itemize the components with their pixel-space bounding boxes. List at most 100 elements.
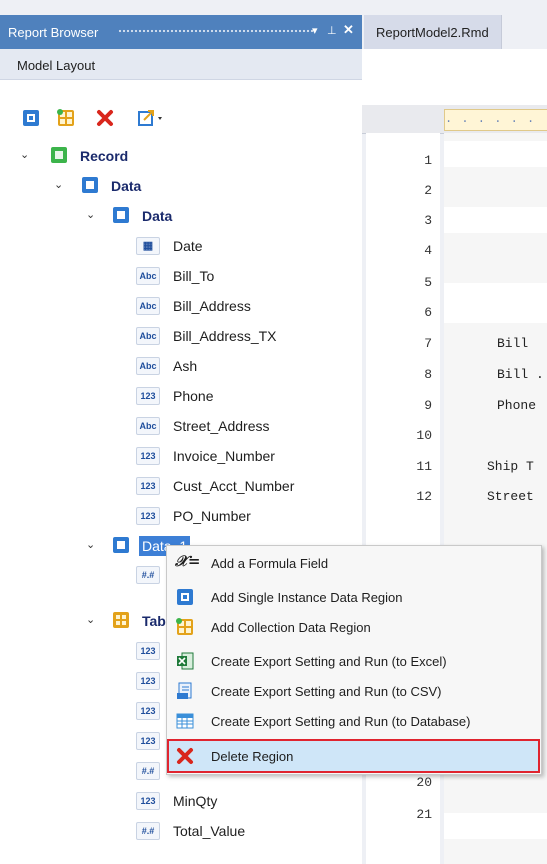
- code-band: [444, 813, 547, 839]
- dropdown-icon[interactable]: ▾: [312, 24, 318, 37]
- add-collection-region-icon[interactable]: [57, 109, 75, 127]
- chevron-down-icon[interactable]: ⌄: [20, 148, 32, 162]
- menu-item-export-database[interactable]: Create Export Setting and Run (to Databa…: [167, 706, 541, 736]
- code-text: Phone: [497, 398, 537, 413]
- line-number: 21: [416, 807, 432, 822]
- ruler-marker: . . . . . . . . .: [444, 109, 547, 144]
- menu-label: Add Collection Data Region: [211, 620, 371, 635]
- line-number: 6: [424, 305, 432, 320]
- menu-item-export-csv[interactable]: Create Export Setting and Run (to CSV): [167, 676, 541, 706]
- tree-node-table[interactable]: ⌄ Tab: [0, 610, 166, 632]
- chevron-down-icon[interactable]: ⌄: [86, 613, 98, 627]
- field-label: Total_Value: [173, 823, 246, 839]
- code-text: Bill .: [497, 367, 544, 382]
- text-type-icon: Abc: [136, 417, 160, 435]
- chevron-down-icon[interactable]: ⌄: [86, 208, 98, 222]
- close-icon[interactable]: ✕: [343, 22, 354, 38]
- title-grip[interactable]: [118, 29, 314, 34]
- field-label: Street_Address: [173, 418, 270, 434]
- number-type-icon: 123: [136, 672, 160, 690]
- tree-node-field[interactable]: ▦ Date: [0, 235, 360, 257]
- code-band: [444, 283, 547, 323]
- menu-label: Add Single Instance Data Region: [211, 590, 403, 605]
- menu-label: Add a Formula Field: [211, 556, 329, 571]
- line-number: 10: [416, 428, 432, 443]
- line-number: 11: [416, 459, 432, 474]
- tree-node-field[interactable]: Abc Street_Address: [0, 415, 360, 437]
- menu-label: Create Export Setting and Run (to CSV): [211, 684, 442, 699]
- menu-item-add-collection-region[interactable]: Add Collection Data Region: [167, 612, 541, 642]
- tree-node-table-field[interactable]: #.# Total_Value: [0, 820, 360, 842]
- code-band: [444, 207, 547, 233]
- tree-node-field[interactable]: Abc Bill_To: [0, 265, 360, 287]
- single-region-icon: [113, 207, 129, 223]
- menu-label: Delete Region: [211, 749, 294, 764]
- database-icon: [176, 713, 194, 729]
- tree-node-data-child[interactable]: ⌄ Data: [0, 205, 360, 227]
- add-single-region-icon[interactable]: [22, 109, 40, 127]
- tree-node-decimal-field[interactable]: #.#: [0, 564, 166, 586]
- field-label: Phone: [173, 388, 214, 404]
- data-label: Data: [111, 178, 142, 194]
- field-label: Bill_To: [173, 268, 215, 284]
- tree-node-field[interactable]: 123 Cust_Acct_Number: [0, 475, 360, 497]
- text-type-icon: Abc: [136, 327, 160, 345]
- menu-item-delete-region[interactable]: Delete Region: [167, 739, 540, 773]
- pin-icon[interactable]: ⊥: [327, 24, 337, 37]
- tree-toolbar: [0, 79, 362, 151]
- menu-item-add-formula-field[interactable]: 𝒳= Add a Formula Field: [167, 548, 541, 578]
- code-band: [444, 141, 547, 167]
- number-type-icon: 123: [136, 732, 160, 750]
- tree-node-field[interactable]: Abc Bill_Address: [0, 295, 360, 317]
- ruler: . . . . . . . . .: [362, 105, 547, 144]
- chevron-down-icon[interactable]: ⌄: [86, 538, 98, 552]
- export-icon[interactable]: [138, 109, 164, 127]
- line-number: 12: [416, 489, 432, 504]
- tree-node-field[interactable]: 123 Invoice_Number: [0, 445, 360, 467]
- line-number: 8: [424, 367, 432, 382]
- tree-node-data[interactable]: ⌄ Data: [0, 175, 360, 197]
- context-menu: 𝒳= Add a Formula Field Add Single Instan…: [166, 545, 542, 775]
- delete-icon[interactable]: [96, 109, 114, 127]
- text-type-icon: Abc: [136, 297, 160, 315]
- panel-title: Report Browser: [8, 25, 99, 40]
- menu-label: Create Export Setting and Run (to Excel): [211, 654, 447, 669]
- line-number: 4: [424, 243, 432, 258]
- line-number: 7: [424, 336, 432, 351]
- number-type-icon: 123: [136, 387, 160, 405]
- collection-region-icon: [176, 618, 193, 635]
- excel-icon: [177, 652, 194, 670]
- text-type-icon: Abc: [136, 267, 160, 285]
- line-number: 1: [424, 153, 432, 168]
- tree-node-record[interactable]: ⌄ Record: [0, 145, 360, 167]
- field-label: Bill_Address: [173, 298, 251, 314]
- model-layout-label: Model Layout: [17, 58, 96, 73]
- number-type-icon: 123: [136, 642, 160, 660]
- field-label: Ash: [173, 358, 198, 374]
- number-type-icon: 123: [136, 507, 160, 525]
- tree-node-field[interactable]: Abc Bill_Address_TX: [0, 325, 360, 347]
- number-type-icon: 123: [136, 447, 160, 465]
- line-number: 5: [424, 275, 432, 290]
- field-label: Bill_Address_TX: [173, 328, 277, 344]
- single-region-icon: [113, 537, 129, 553]
- menu-item-add-single-region[interactable]: Add Single Instance Data Region: [167, 582, 541, 612]
- formula-icon: 𝒳=: [175, 552, 201, 570]
- field-label: Invoice_Number: [173, 448, 275, 464]
- tree-node-table-field[interactable]: 123 MinQty: [0, 790, 360, 812]
- tree-node-field[interactable]: Abc Ash: [0, 355, 360, 377]
- field-label: PO_Number: [173, 508, 251, 524]
- code-text: Ship T: [487, 459, 534, 474]
- model-layout-tab[interactable]: Model Layout: [0, 49, 362, 80]
- code-text: Street: [487, 489, 534, 504]
- chevron-down-icon[interactable]: ⌄: [54, 178, 66, 192]
- date-type-icon: ▦: [136, 237, 160, 255]
- record-label: Record: [80, 148, 129, 164]
- number-type-icon: 123: [136, 702, 160, 720]
- tab-reportmodel[interactable]: ReportModel2.Rmd: [364, 15, 502, 49]
- editor-header: [362, 49, 547, 106]
- menu-item-export-excel[interactable]: Create Export Setting and Run (to Excel): [167, 646, 541, 676]
- tree-node-field[interactable]: 123 Phone: [0, 385, 360, 407]
- tree-node-field[interactable]: 123 PO_Number: [0, 505, 360, 527]
- field-label: MinQty: [173, 793, 218, 809]
